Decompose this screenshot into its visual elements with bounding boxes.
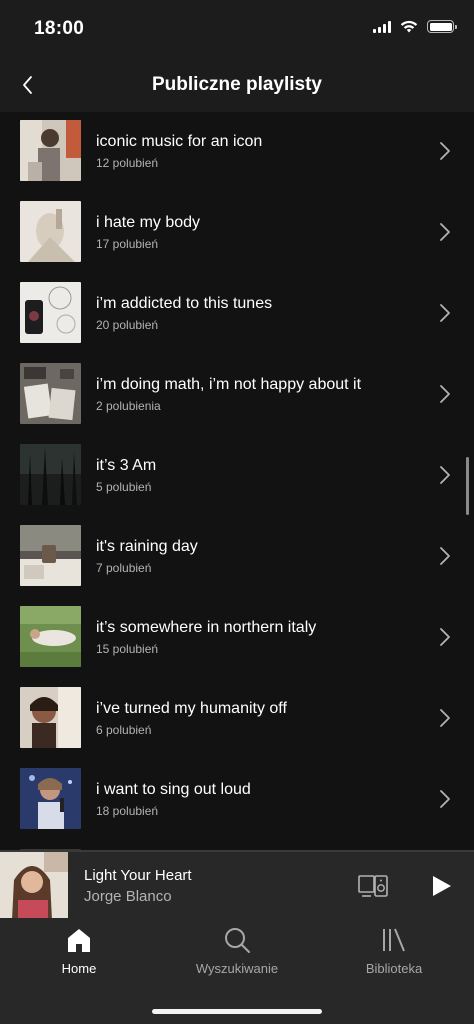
playlist-cover [20, 282, 81, 343]
chevron-right-icon [440, 790, 450, 808]
playlist-cover [20, 201, 81, 262]
tab-search[interactable]: Wyszukiwanie [167, 926, 307, 976]
playlist-likes: 12 polubień [96, 156, 159, 170]
playlist-title: i’ve turned my humanity off [96, 700, 287, 717]
chevron-right-icon [440, 304, 450, 322]
playlist-cover [20, 444, 81, 505]
playlist-title: it’s somewhere in northern italy [96, 619, 317, 636]
playlist-row[interactable]: it's raining day 7 polubień [0, 517, 474, 597]
status-time: 18:00 [34, 18, 85, 39]
chevron-right-icon [440, 385, 450, 403]
playlist-row[interactable]: it’s somewhere in northern italy 15 polu… [0, 598, 474, 678]
now-playing-title: Light Your Heart [84, 867, 192, 884]
playlist-title: i’m doing math, i’m not happy about it [96, 376, 362, 393]
tab-label: Home [61, 961, 97, 976]
playlist-row[interactable]: it’s 3 Am 5 polubień [0, 436, 474, 516]
chevron-right-icon [440, 223, 450, 241]
library-icon [383, 928, 405, 952]
cellular-signal-icon [373, 20, 391, 33]
chevron-right-icon [440, 142, 450, 160]
chevron-right-icon [440, 628, 450, 646]
wifi-icon [400, 20, 418, 33]
playlist-cover [20, 120, 81, 181]
playlist-likes: 2 polubienia [96, 399, 161, 413]
playlist-row[interactable]: i’m addicted to this tunes 20 polubień [0, 274, 474, 354]
chevron-right-icon [440, 466, 450, 484]
chevron-right-icon [440, 547, 450, 565]
playlist-row-partial[interactable] [0, 841, 474, 850]
playlist-cover [20, 687, 81, 748]
playlist-row[interactable]: i want to sing out loud 18 polubień [0, 760, 474, 840]
tab-library[interactable]: Biblioteka [324, 926, 464, 976]
playlist-likes: 17 polubień [96, 237, 159, 251]
playlist-row[interactable]: i’ve turned my humanity off 6 polubień [0, 679, 474, 759]
now-playing-cover [0, 852, 68, 920]
mini-player[interactable]: Light Your Heart Jorge Blanco [0, 850, 474, 920]
playlist-title: it's raining day [96, 538, 198, 555]
playlist-title: i hate my body [96, 214, 201, 231]
tab-bar: Home Wyszukiwanie Biblioteka [0, 918, 474, 1024]
playlist-likes: 5 polubień [96, 480, 152, 494]
playlist-title: iconic music for an icon [96, 133, 263, 150]
status-icons [373, 20, 457, 33]
playlist-likes: 18 polubień [96, 804, 159, 818]
home-icon [68, 929, 90, 952]
playlist-likes: 15 polubień [96, 642, 159, 656]
chevron-right-icon [440, 709, 450, 727]
playlist-title: it’s 3 Am [96, 457, 157, 474]
search-icon [225, 928, 250, 953]
playlist-cover [20, 768, 81, 829]
now-playing-artist: Jorge Blanco [84, 888, 172, 905]
playlist-cover [20, 525, 81, 586]
playlist-row[interactable]: iconic music for an icon 12 polubień [0, 112, 474, 192]
status-bar: 18:00 [0, 0, 474, 58]
playlist-title: i want to sing out loud [96, 781, 251, 798]
playlist-cover [20, 606, 81, 667]
page-title: Publiczne playlisty [152, 74, 322, 95]
playlist-row[interactable]: i hate my body 17 polubień [0, 193, 474, 273]
devices-icon [358, 875, 388, 897]
battery-icon [427, 20, 457, 33]
play-icon [433, 876, 451, 896]
playlist-likes: 7 polubień [96, 561, 152, 575]
tab-label: Biblioteka [365, 961, 423, 976]
scrollbar[interactable] [466, 457, 469, 515]
playlist-likes: 20 polubień [96, 318, 159, 332]
play-button[interactable] [432, 875, 452, 902]
playlist-title: i’m addicted to this tunes [96, 295, 273, 312]
playlist-row[interactable]: i’m doing math, i’m not happy about it 2… [0, 355, 474, 435]
playlist-cover [20, 363, 81, 424]
devices-button[interactable] [358, 874, 388, 903]
tab-label: Wyszukiwanie [195, 961, 279, 976]
home-indicator [152, 1009, 322, 1014]
playlist-list[interactable]: iconic music for an icon 12 polubień i h… [0, 112, 474, 850]
tab-home[interactable]: Home [9, 926, 149, 976]
page-header: Publiczne playlisty [0, 58, 474, 112]
playlist-likes: 6 polubień [96, 723, 152, 737]
